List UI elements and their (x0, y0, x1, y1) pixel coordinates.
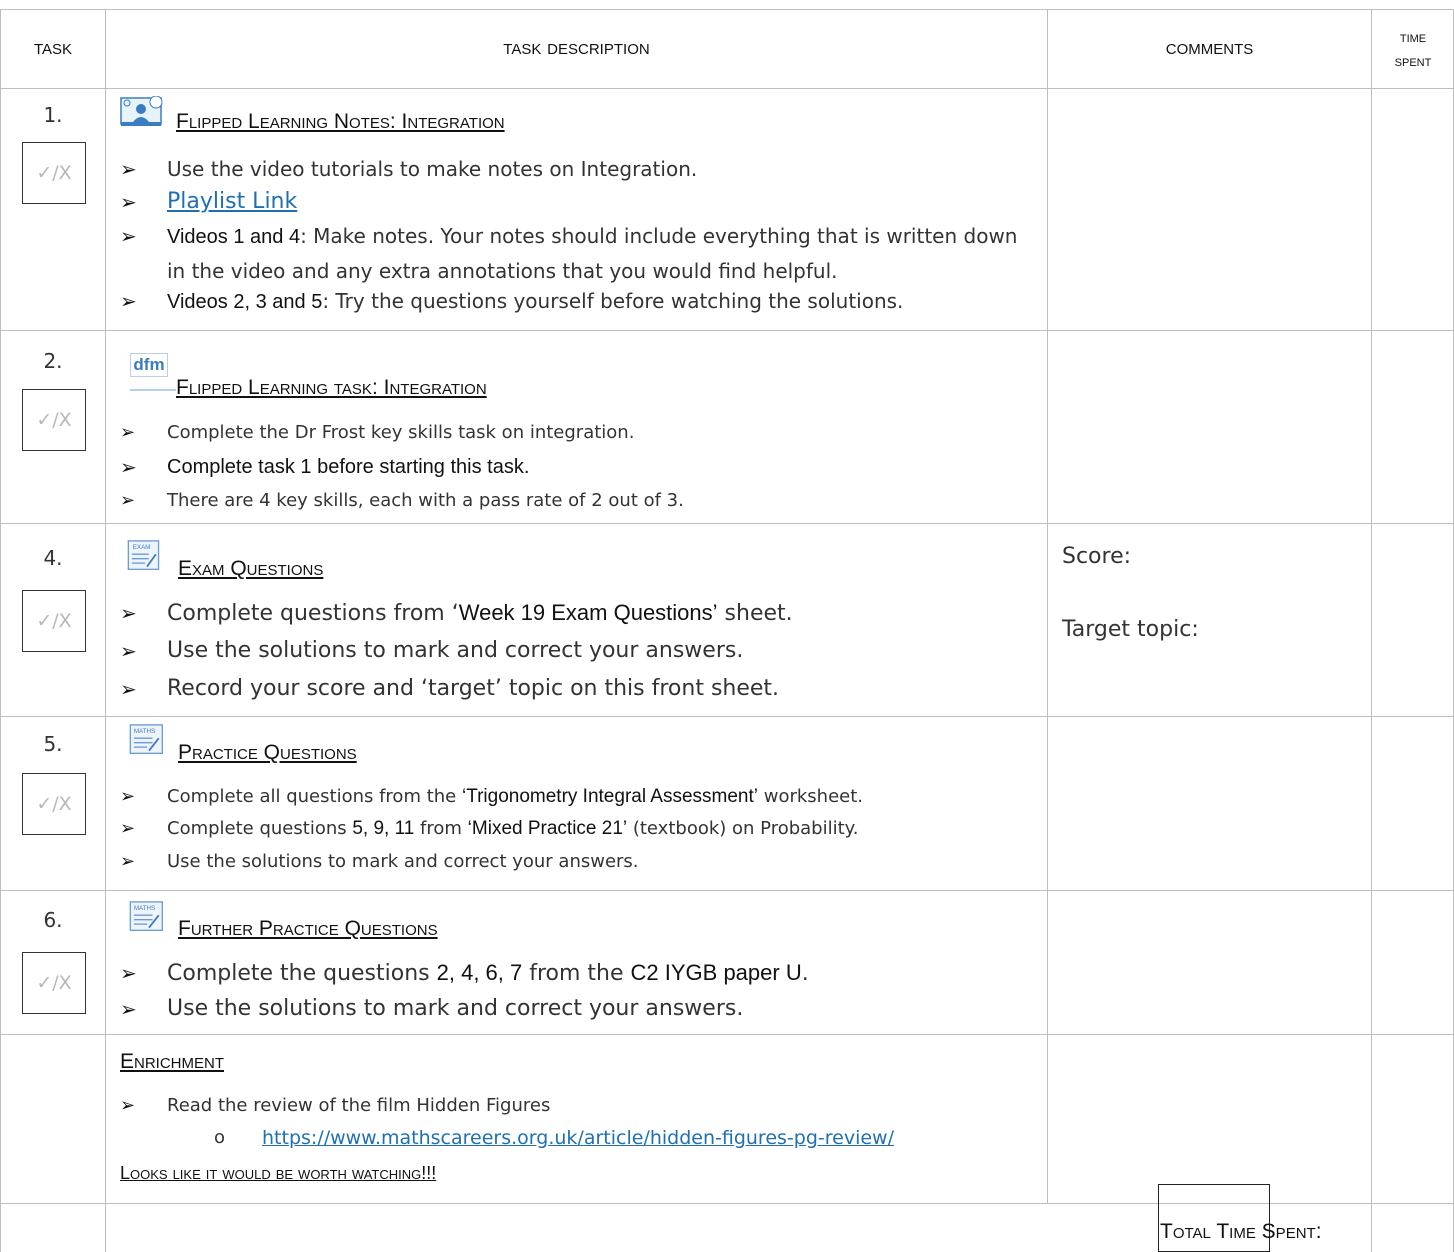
bullet-text: sheet. (717, 601, 793, 626)
bullet-text: Complete all questions from the (167, 786, 462, 807)
row-border (0, 523, 1454, 524)
header-row-border (0, 88, 1454, 89)
task-number: 5. (43, 732, 63, 756)
row-border (0, 330, 1454, 331)
bullet-text: Use the solutions to mark and correct yo… (167, 638, 744, 663)
row-border (0, 716, 1454, 717)
bullet-arrow-icon: ➢ (120, 851, 136, 872)
bullet-arrow-icon: ➢ (120, 1095, 136, 1116)
bullet-arrow-icon: ➢ (120, 289, 137, 313)
task-number: 4. (43, 546, 63, 570)
col-border (1047, 9, 1048, 1203)
bullet-arrow-icon: ➢ (120, 422, 136, 443)
bullet-arrow-icon: ➢ (120, 997, 137, 1021)
header-task: Task (33, 36, 73, 59)
col-border (1371, 9, 1372, 1252)
hidden-figures-review-link[interactable]: https://www.mathscareers.org.uk/article/… (262, 1127, 894, 1149)
bullet-text: worksheet. (758, 786, 863, 807)
task-number: 2. (43, 349, 63, 373)
completion-checkbox[interactable]: ✓/X (22, 773, 86, 835)
header-time-spent: Time Spent (1372, 26, 1454, 74)
bullet-text: . (801, 961, 809, 986)
task-title: Practice Questions (178, 741, 357, 764)
bold-text: Week 19 Exam Questions’ (458, 600, 718, 625)
completion-checkbox[interactable]: ✓/X (22, 142, 86, 204)
header-task-description: Task Description (503, 36, 650, 59)
task-title: Exam Questions (178, 557, 324, 580)
bold-text: ‘Trigonometry Integral Assessment’ (461, 786, 758, 807)
task-title: Flipped Learning Notes: Integration (176, 110, 505, 133)
enrichment-title: Enrichment (120, 1050, 224, 1073)
exam-paper-icon: EXAM (127, 540, 160, 570)
header-time-label: Time (1399, 29, 1427, 46)
col-border (105, 9, 106, 1252)
bullet-text: Use the solutions to mark and correct yo… (167, 996, 744, 1021)
bold-text: Videos 1 and 4 (167, 226, 301, 248)
bullet-arrow-icon: ➢ (120, 224, 137, 248)
header-spent-label: Spent (1394, 53, 1432, 70)
task-number: 1. (43, 103, 63, 127)
bullet-arrow-icon: ➢ (120, 455, 137, 479)
bullet-arrow-icon: ➢ (120, 639, 137, 663)
video-notes-icon (120, 96, 163, 126)
bullet-arrow-icon: ➢ (120, 818, 136, 839)
bold-text: 5, 9, 11 (352, 818, 415, 839)
bullet-text: from (414, 818, 468, 839)
header-comments: Comments (1165, 36, 1254, 59)
score-field[interactable]: Score: (1062, 544, 1131, 569)
task-title: Further Practice Questions (178, 917, 438, 940)
bold-text: Complete task 1 before starting this tas… (167, 456, 530, 478)
bullet-text: Use the video tutorials to make notes on… (167, 157, 698, 181)
row-border (0, 890, 1454, 891)
bullet-text: from the (522, 961, 631, 986)
bullet-arrow-icon: ➢ (120, 961, 137, 985)
bullet-arrow-icon: ➢ (120, 786, 136, 807)
exam-icon-text: EXAM (133, 544, 151, 551)
bullet-text: Record your score and ‘target’ topic on … (167, 676, 780, 701)
enrichment-footer: Looks like it would be worth watching!!! (120, 1163, 437, 1183)
completion-checkbox[interactable]: ✓/X (22, 590, 86, 652)
row-border (0, 1034, 1454, 1035)
bullet-arrow-icon: ➢ (120, 490, 136, 511)
playlist-link[interactable]: Playlist Link (167, 185, 1040, 219)
bullet-text: Complete the questions (167, 961, 437, 986)
task-title: Flipped Learning task: Integration (176, 376, 487, 399)
bullet-text: Complete questions from ‘ (167, 601, 459, 626)
bullet-arrow-icon: ➢ (120, 677, 137, 701)
total-time-label: Total Time Spent: (1160, 1220, 1322, 1243)
bullet-text: Use the solutions to mark and correct yo… (167, 851, 639, 872)
bullet-arrow-icon: ➢ (120, 157, 137, 181)
completion-checkbox[interactable]: ✓/X (22, 389, 86, 451)
target-topic-field[interactable]: Target topic: (1062, 617, 1199, 642)
maths-icon-text: MATHS (134, 728, 155, 735)
bold-text: C2 IYGB paper U (630, 960, 802, 985)
sub-bullet-icon: o (214, 1127, 226, 1148)
table-top-border (0, 9, 1454, 10)
bullet-text: Read the review of the film Hidden Figur… (167, 1095, 551, 1116)
maths-icon-text: MATHS (134, 905, 155, 912)
bold-text: Videos 2, 3 and 5 (167, 291, 323, 313)
bullet-arrow-icon: ➢ (120, 601, 137, 625)
bullet-text: Complete the Dr Frost key skills task on… (167, 422, 635, 443)
bullet-arrow-icon: ➢ (120, 190, 137, 214)
bullet-text: (textbook) on Probability. (627, 818, 859, 839)
bold-text: 2, 4, 6, 7 (436, 960, 523, 985)
maths-paper-icon: MATHS (129, 724, 163, 754)
bold-text: ‘Mixed Practice 21’ (467, 818, 628, 839)
bullet-item: ➢ Videos 1 and 4: Make notes. Your notes… (120, 219, 1040, 287)
maths-paper-icon: MATHS (129, 901, 163, 931)
dfm-logo-icon: dfm (130, 345, 176, 391)
bullet-text: There are 4 key skills, each with a pass… (167, 490, 684, 511)
bullet-text: : Try the questions yourself before watc… (322, 289, 904, 313)
task-number: 6. (43, 908, 63, 932)
bullet-text: Complete questions (167, 818, 353, 839)
dfm-logo-text: dfm (130, 353, 168, 377)
completion-checkbox[interactable]: ✓/X (22, 952, 86, 1014)
col-border (0, 9, 1, 1252)
